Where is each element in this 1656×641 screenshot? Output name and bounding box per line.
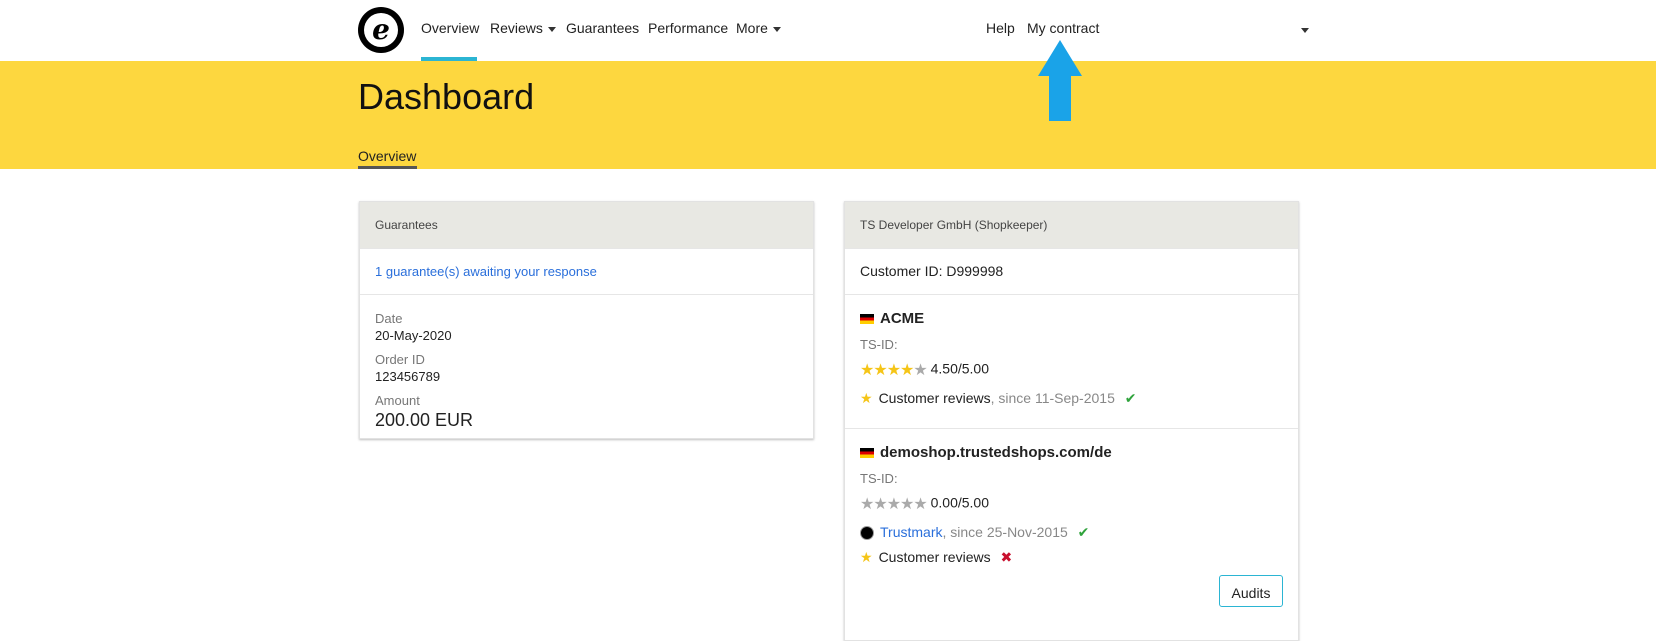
trustmark-link[interactable]: Trustmark xyxy=(880,524,942,540)
feature-row: ★ Customer reviews ✖ xyxy=(860,549,1283,566)
nav-item-performance[interactable]: Performance xyxy=(648,20,728,36)
feature-name: Customer reviews xyxy=(878,390,991,406)
nav-item-label: Reviews xyxy=(490,20,543,36)
feature-name: Customer reviews xyxy=(878,549,991,565)
audits-button[interactable]: Audits xyxy=(1219,575,1283,607)
guarantees-card: Guarantees 1 guarantee(s) awaiting your … xyxy=(359,201,814,439)
up-arrow-icon xyxy=(1038,40,1082,121)
page-header-banner xyxy=(0,61,1656,169)
logo-letter: e xyxy=(364,13,398,47)
guarantees-card-header: Guarantees xyxy=(360,202,813,248)
nav-item-reviews[interactable]: Reviews xyxy=(490,20,556,36)
ts-id-label: TS-ID: xyxy=(860,471,898,486)
rating-row: ★★★★★ 4.50/5.00 xyxy=(860,360,1283,380)
star-icon: ★ xyxy=(860,390,873,406)
nav-item-guarantees[interactable]: Guarantees xyxy=(566,20,639,36)
help-link[interactable]: Help xyxy=(986,20,1015,36)
amount-label: Amount xyxy=(375,393,420,408)
date-value: 20-May-2020 xyxy=(375,328,452,343)
nav-item-label: Overview xyxy=(421,20,480,36)
account-card-header: TS Developer GmbH (Shopkeeper) xyxy=(845,202,1298,248)
top-navigation: e Overview Reviews Guarantees Performanc… xyxy=(0,0,1656,61)
subtab-indicator xyxy=(358,166,417,169)
cross-icon: ✖ xyxy=(1000,549,1013,565)
account-card: TS Developer GmbH (Shopkeeper) Customer … xyxy=(844,201,1299,641)
shop-name[interactable]: ACME xyxy=(880,310,924,327)
account-dropdown-icon[interactable] xyxy=(1301,28,1309,33)
star-icon: ★★★★ xyxy=(860,362,914,379)
order-id-value: 123456789 xyxy=(375,369,441,384)
check-icon: ✔ xyxy=(1077,524,1090,540)
customer-id-row: Customer ID: D999998 xyxy=(845,248,1298,294)
rating-stars: ★★★★★ xyxy=(860,360,928,380)
page-title: Dashboard xyxy=(358,76,535,117)
star-icon: ★★★★★ xyxy=(860,496,928,513)
order-id-label: Order ID xyxy=(375,352,425,367)
chevron-down-icon xyxy=(772,26,781,32)
my-contract-label: My contract xyxy=(1027,20,1100,36)
awaiting-guarantees-link[interactable]: 1 guarantee(s) awaiting your response xyxy=(375,264,597,279)
ts-id-label: TS-ID: xyxy=(860,337,898,352)
shop-entry: demoshop.trustedshops.com/de TS-ID: ★★★★… xyxy=(845,428,1298,625)
star-icon: ★ xyxy=(860,549,873,565)
rating-value: 4.50/5.00 xyxy=(930,360,989,377)
customer-id: Customer ID: D999998 xyxy=(860,263,1004,279)
feature-since: , since 11-Sep-2015 xyxy=(990,390,1115,406)
guarantee-details: Date 20-May-2020 Order ID 123456789 Amou… xyxy=(360,294,813,431)
subtab-overview[interactable]: Overview xyxy=(358,148,416,164)
feature-since: , since 25-Nov-2015 xyxy=(942,524,1068,540)
amount-value: 200.00 EUR xyxy=(375,410,474,430)
date-label: Date xyxy=(375,311,403,326)
nav-item-label: More xyxy=(736,20,768,36)
germany-flag-icon xyxy=(860,448,874,459)
feature-row: Trustmark, since 25-Nov-2015 ✔ xyxy=(860,524,1283,541)
nav-item-overview[interactable]: Overview xyxy=(421,20,479,36)
trusted-shops-logo[interactable]: e xyxy=(358,7,404,53)
trustmark-icon xyxy=(860,526,874,541)
nav-item-label: Performance xyxy=(648,20,729,36)
rating-stars: ★★★★★ xyxy=(860,494,928,514)
help-label: Help xyxy=(986,20,1015,36)
rating-row: ★★★★★ 0.00/5.00 xyxy=(860,494,1283,514)
star-icon: ★ xyxy=(913,362,927,379)
guarantees-awaiting-row: 1 guarantee(s) awaiting your response xyxy=(360,248,813,294)
feature-row: ★ Customer reviews, since 11-Sep-2015 ✔ xyxy=(860,390,1283,407)
rating-value: 0.00/5.00 xyxy=(930,494,989,511)
check-icon: ✔ xyxy=(1124,390,1137,406)
germany-flag-icon xyxy=(860,314,874,325)
nav-item-label: Guarantees xyxy=(566,20,640,36)
shop-entry: ACME TS-ID: ★★★★★ 4.50/5.00 ★ Customer re… xyxy=(845,294,1298,428)
nav-item-more[interactable]: More xyxy=(736,20,781,36)
shop-name[interactable]: demoshop.trustedshops.com/de xyxy=(880,444,1112,461)
my-contract-link[interactable]: My contract xyxy=(1027,20,1099,36)
chevron-down-icon xyxy=(547,26,556,32)
